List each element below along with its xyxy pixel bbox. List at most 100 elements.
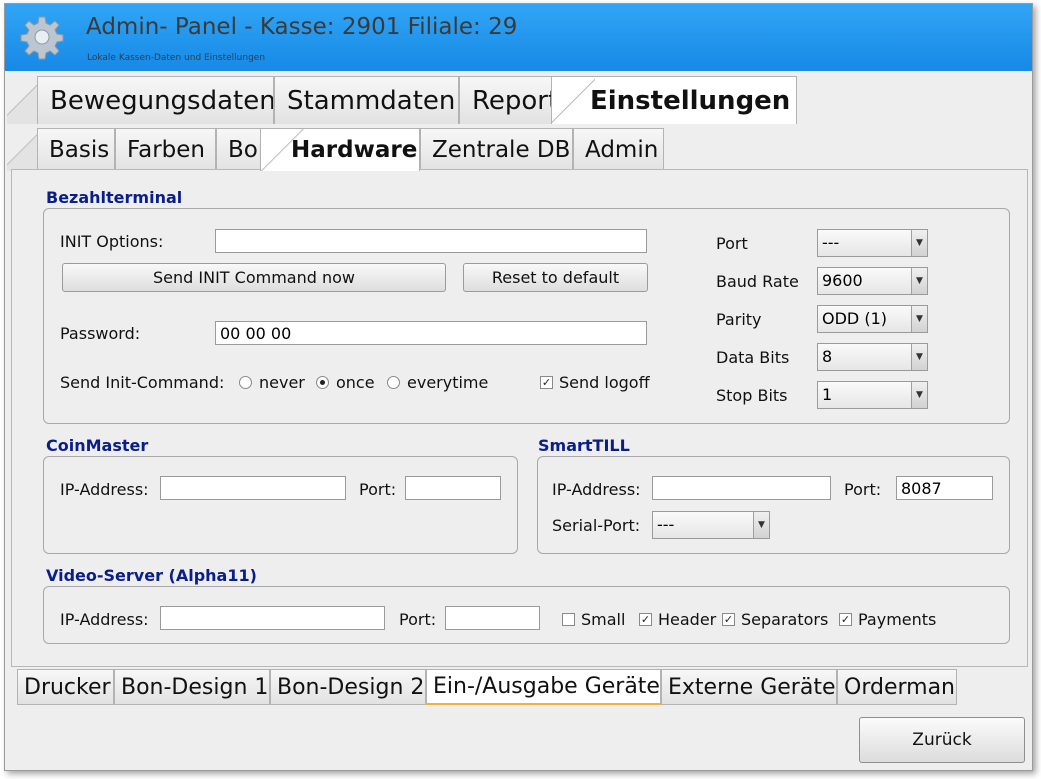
tab-label: Bewegungsdaten (50, 85, 274, 116)
select-value: 9600 (822, 271, 863, 290)
video-port-label: Port: (399, 610, 437, 629)
chevron-down-icon[interactable]: ▼ (911, 344, 927, 370)
admin-window: Admin- Panel - Kasse: 2901 Filiale: 29 L… (4, 3, 1033, 771)
radio-never-label[interactable]: never (259, 373, 305, 392)
tab-label: Zentrale DB (432, 137, 571, 163)
tab-label: Bon-Design 1 (121, 674, 269, 700)
section-title-smarttill: SmartTILL (538, 436, 630, 455)
password-input[interactable] (215, 321, 647, 345)
tab-farben[interactable]: Farben (115, 128, 216, 171)
init-options-label: INIT Options: (60, 232, 164, 251)
group-smarttill (537, 456, 1010, 554)
select-value: ODD (1) (822, 309, 887, 328)
coinmaster-ip-input[interactable] (160, 476, 346, 500)
tab-stammdaten[interactable]: Stammdaten (274, 76, 459, 124)
tab-label: Bon-Design 2 (277, 674, 425, 700)
tab-admin[interactable]: Admin (573, 128, 664, 171)
send-init-mode-label: Send Init-Command: (60, 373, 225, 392)
header-checkbox[interactable]: ✓ (639, 613, 652, 626)
coinmaster-port-input[interactable] (405, 476, 501, 500)
baud-rate-select[interactable]: 9600 ▼ (817, 267, 928, 295)
hardware-settings-panel: Bezahlterminal INIT Options: Send INIT C… (11, 169, 1028, 667)
tab-label: Admin (585, 137, 659, 163)
tab-row-lead (7, 76, 37, 124)
tab-basis[interactable]: Basis (37, 128, 115, 171)
tab-bon-design-2[interactable]: Bon-Design 2 (270, 669, 426, 705)
send-init-command-button[interactable]: Send INIT Command now (62, 263, 446, 292)
tab-zentrale-db[interactable]: Zentrale DB (420, 128, 573, 171)
chevron-down-icon[interactable]: ▼ (753, 512, 769, 538)
tab-externe-geraete[interactable]: Externe Geräte (661, 669, 837, 705)
smarttill-serial-label: Serial-Port: (552, 516, 641, 535)
smarttill-serial-select[interactable]: --- ▼ (652, 511, 770, 539)
select-value: 8 (822, 347, 833, 366)
coinmaster-port-label: Port: (359, 480, 397, 499)
radio-everytime[interactable] (387, 376, 400, 389)
smarttill-port-input[interactable] (896, 476, 993, 500)
tab-ein-ausgabe-geraete[interactable]: Ein-/Ausgabe Geräte (426, 669, 661, 705)
tab-hardware[interactable]: Hardware (260, 128, 420, 171)
section-title-coinmaster: CoinMaster (46, 436, 149, 455)
tab-einstellungen[interactable]: Einstellungen (551, 76, 797, 124)
tab-label: Stammdaten (287, 85, 456, 116)
group-coinmaster (43, 456, 518, 554)
tab-bon-design-1[interactable]: Bon-Design 1 (114, 669, 270, 705)
small-checkbox[interactable] (562, 613, 575, 626)
payments-checkbox[interactable]: ✓ (839, 613, 852, 626)
back-button[interactable]: Zurück (859, 717, 1025, 763)
stop-bits-label: Stop Bits (716, 386, 788, 405)
tab-label: Externe Geräte (668, 674, 836, 700)
chevron-down-icon[interactable]: ▼ (911, 306, 927, 332)
select-value: --- (657, 515, 675, 534)
sub-tab-bar: Basis Farben Bon Hardware Zentrale DB Ad… (7, 128, 664, 171)
select-value: 1 (822, 385, 833, 404)
smarttill-port-label: Port: (844, 480, 882, 499)
main-tab-bar: Bewegungsdaten Stammdaten Reporte Einste… (7, 76, 797, 124)
header-label[interactable]: Header (658, 610, 716, 629)
port-select[interactable]: --- ▼ (817, 229, 928, 257)
title-bar: Admin- Panel - Kasse: 2901 Filiale: 29 L… (5, 4, 1032, 71)
send-logoff-checkbox[interactable]: ✓ (540, 376, 553, 389)
separators-label[interactable]: Separators (741, 610, 828, 629)
chevron-down-icon[interactable]: ▼ (911, 268, 927, 294)
select-value: --- (822, 233, 840, 252)
tab-orderman[interactable]: Orderman (837, 669, 957, 705)
separators-checkbox[interactable]: ✓ (722, 613, 735, 626)
tab-drucker[interactable]: Drucker (17, 669, 114, 705)
send-logoff-label[interactable]: Send logoff (559, 373, 650, 392)
tab-label: Basis (49, 137, 110, 163)
radio-everytime-label[interactable]: everytime (407, 373, 488, 392)
coinmaster-ip-label: IP-Address: (60, 480, 149, 499)
small-label[interactable]: Small (581, 610, 625, 629)
video-ip-label: IP-Address: (60, 610, 149, 629)
tab-label: Drucker (24, 674, 111, 700)
chevron-down-icon[interactable]: ▼ (911, 230, 927, 256)
stop-bits-select[interactable]: 1 ▼ (817, 381, 928, 409)
tab-label: Hardware (291, 137, 418, 163)
payments-label[interactable]: Payments (858, 610, 936, 629)
parity-select[interactable]: ODD (1) ▼ (817, 305, 928, 333)
smarttill-ip-input[interactable] (652, 476, 831, 500)
baud-rate-label: Baud Rate (716, 272, 799, 291)
tab-label: Farben (127, 137, 205, 163)
tab-row-lead (7, 128, 37, 171)
radio-once-label[interactable]: once (336, 373, 375, 392)
init-options-input[interactable] (215, 229, 647, 253)
smarttill-ip-label: IP-Address: (552, 480, 641, 499)
data-bits-select[interactable]: 8 ▼ (817, 343, 928, 371)
port-label: Port (716, 234, 748, 253)
data-bits-label: Data Bits (716, 348, 790, 367)
radio-once[interactable] (316, 376, 329, 389)
video-port-input[interactable] (445, 606, 540, 630)
radio-never[interactable] (239, 376, 252, 389)
chevron-down-icon[interactable]: ▼ (911, 382, 927, 408)
section-title-bezahlterminal: Bezahlterminal (46, 188, 183, 207)
reset-to-default-button[interactable]: Reset to default (463, 263, 648, 292)
password-label: Password: (60, 324, 141, 343)
video-ip-input[interactable] (160, 606, 385, 630)
tab-label: Orderman (844, 674, 955, 700)
tab-bewegungsdaten[interactable]: Bewegungsdaten (37, 76, 274, 124)
window-subtitle: Lokale Kassen-Daten und Einstellungen (87, 53, 266, 63)
window-title: Admin- Panel - Kasse: 2901 Filiale: 29 (86, 14, 518, 40)
parity-label: Parity (716, 310, 762, 329)
